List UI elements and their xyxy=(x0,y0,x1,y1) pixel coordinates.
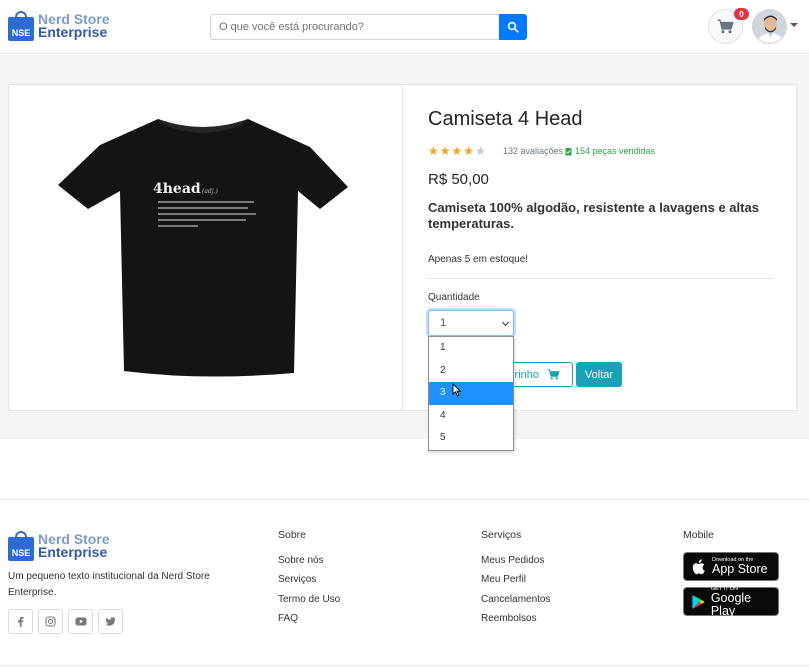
star-empty-icon: ★ xyxy=(475,144,486,158)
footer-col-sobre: Sobre Sobre nós Serviços Termo de Uso FA… xyxy=(278,529,340,628)
product-divider xyxy=(402,84,403,411)
divider xyxy=(428,278,773,279)
footer-col-mobile: Mobile xyxy=(683,529,714,551)
product-description: Camiseta 100% algodão, resistente a lava… xyxy=(428,200,759,231)
shopping-bag-logo-icon: NSE xyxy=(8,531,34,561)
star-icon: ★ xyxy=(439,144,451,158)
footer-link-reembolsos[interactable]: Reembolsos xyxy=(481,609,550,628)
logo-badge-text: NSE xyxy=(8,17,34,41)
footer-description: Um pequeno texto institucional da Nerd S… xyxy=(8,571,210,598)
search-bar xyxy=(210,14,528,40)
sold-count: 154 peças vendidas xyxy=(565,146,655,156)
quantity-option-highlighted[interactable]: 3 xyxy=(429,382,513,405)
footer-logo[interactable]: NSE Nerd Store Enterprise xyxy=(8,531,110,561)
sold-count-text: 154 peças vendidas xyxy=(575,146,656,156)
footer-logo-line2: Enterprise xyxy=(38,544,108,560)
footer-link-termo-de-uso[interactable]: Termo de Uso xyxy=(278,590,340,609)
reviews-count: 132 avaliações xyxy=(503,146,564,156)
quantity-select[interactable]: 1 xyxy=(428,310,514,336)
user-photo-icon xyxy=(753,10,786,43)
shopping-cart-icon xyxy=(717,19,734,34)
search-button[interactable] xyxy=(499,14,527,40)
search-input[interactable] xyxy=(210,14,500,40)
product-price: R$ 50,00 xyxy=(428,171,489,188)
footer-col-servicos: Serviços Meus Pedidos Meu Perfil Cancela… xyxy=(481,529,550,628)
clipboard-check-icon xyxy=(565,147,572,155)
footer-link-servicos[interactable]: Serviços xyxy=(278,570,340,589)
star-icon: ★ xyxy=(463,144,475,158)
facebook-icon[interactable] xyxy=(8,609,33,634)
product-image: 4head (adj.) xyxy=(58,119,348,377)
youtube-icon[interactable] xyxy=(68,609,93,634)
footer-bottom-divider xyxy=(0,665,809,666)
quantity-dropdown-list: 1 2 3 4 5 xyxy=(428,336,514,451)
quantity-selected-value: 1 xyxy=(440,317,447,329)
cart-count-badge: 0 xyxy=(734,8,749,20)
footer-link-faq[interactable]: FAQ xyxy=(278,609,340,628)
shopping-bag-logo-icon: NSE xyxy=(8,11,34,41)
logo-line2: Enterprise xyxy=(38,24,108,40)
chevron-down-icon[interactable] xyxy=(790,23,798,27)
app-store-button[interactable]: Download on the App Store xyxy=(683,552,779,581)
quantity-option[interactable]: 2 xyxy=(429,360,513,383)
instagram-icon[interactable] xyxy=(38,609,63,634)
site-logo[interactable]: NSE Nerd Store Enterprise xyxy=(8,11,110,41)
footer-link-sobre-nos[interactable]: Sobre nós xyxy=(278,551,340,570)
product-title: Camiseta 4 Head xyxy=(428,108,583,130)
back-button[interactable]: Voltar xyxy=(576,362,622,387)
footer-link-cancelamentos[interactable]: Cancelamentos xyxy=(481,590,550,609)
top-navbar: NSE Nerd Store Enterprise 0 xyxy=(0,0,809,54)
footer-divider xyxy=(0,499,809,500)
shirt-print-title: 4head xyxy=(153,181,201,197)
twitter-icon[interactable] xyxy=(98,609,123,634)
app-store-big-text: App Store xyxy=(712,562,768,576)
footer-link-meus-pedidos[interactable]: Meus Pedidos xyxy=(481,551,550,570)
mouse-pointer-icon xyxy=(452,383,462,397)
footer-col-title: Mobile xyxy=(683,529,714,541)
google-play-big-text: Google Play xyxy=(710,590,752,618)
shopping-cart-icon xyxy=(547,369,560,380)
quantity-option[interactable]: 4 xyxy=(429,405,513,428)
apple-icon xyxy=(692,558,705,574)
shirt-print-subtitle: (adj.) xyxy=(202,188,219,195)
chevron-down-icon xyxy=(501,318,510,327)
footer-col-title: Sobre xyxy=(278,529,307,541)
logo-badge-text: NSE xyxy=(8,537,34,561)
footer-link-meu-perfil[interactable]: Meu Perfil xyxy=(481,570,550,589)
google-play-button[interactable]: GET IT ON Google Play xyxy=(683,586,779,618)
footer-col-title: Serviços xyxy=(481,529,522,541)
quantity-option[interactable]: 1 xyxy=(429,337,513,360)
star-icon: ★ xyxy=(451,144,463,158)
add-to-cart-label: rinho xyxy=(514,368,539,381)
quantity-label: Quantidade xyxy=(428,292,480,303)
stock-info: Apenas 5 em estoque! xyxy=(428,254,529,265)
star-icon: ★ xyxy=(428,144,439,158)
quantity-option[interactable]: 5 xyxy=(429,427,513,450)
rating-stars: ★ ★ ★ ★ ★ xyxy=(428,145,486,157)
google-play-icon xyxy=(692,594,705,609)
search-icon xyxy=(507,21,519,33)
social-links xyxy=(8,609,123,634)
user-avatar[interactable] xyxy=(752,9,787,44)
